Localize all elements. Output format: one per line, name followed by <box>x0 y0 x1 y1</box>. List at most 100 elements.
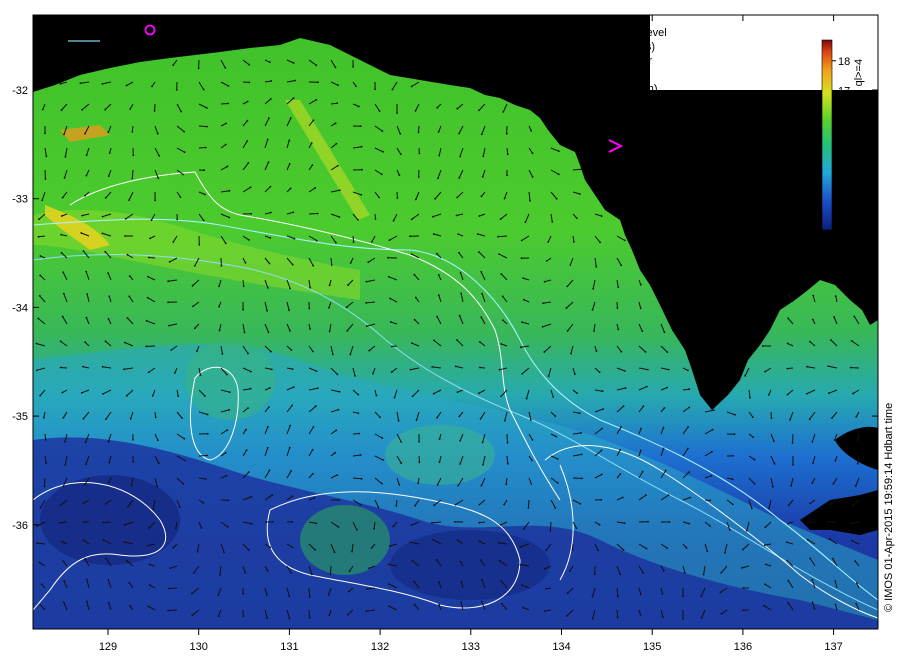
velocity-arrow-head <box>41 199 44 202</box>
velocity-arrow-head <box>247 549 250 551</box>
velocity-arrow-head <box>270 98 272 100</box>
velocity-arrow-head <box>36 542 38 545</box>
velocity-arrow-head <box>545 549 547 552</box>
velocity-arrow-head <box>151 85 153 88</box>
velocity-arrow-head <box>44 438 47 441</box>
velocity-arrow-head <box>456 107 459 110</box>
velocity-arrow-head <box>500 580 503 582</box>
velocity-arrow-head <box>61 391 64 394</box>
velocity-arrow-head <box>683 571 686 574</box>
velocity-arrow-head <box>662 426 665 429</box>
velocity-arrow-head <box>854 485 857 487</box>
velocity-arrow-head <box>206 454 209 457</box>
velocity-arrow-head <box>224 143 227 146</box>
velocity-arrow-head <box>191 614 194 617</box>
velocity-arrow-head <box>667 494 670 497</box>
velocity-arrow-head <box>438 438 441 440</box>
velocity-arrow-head <box>85 600 88 603</box>
velocity-arrow-head <box>123 541 126 543</box>
velocity-arrow-head <box>183 459 186 462</box>
velocity-arrow-head <box>709 499 712 502</box>
velocity-arrow-head <box>167 609 170 612</box>
velocity-arrow-head <box>316 387 319 390</box>
velocity-arrow-head <box>591 309 594 311</box>
velocity-arrow-head <box>204 193 206 196</box>
velocity-arrow-head <box>712 409 715 411</box>
velocity-arrow-head <box>688 471 691 473</box>
velocity-arrow <box>168 587 178 589</box>
velocity-arrow-head <box>311 164 314 167</box>
velocity-arrow-head <box>811 318 814 321</box>
velocity-arrow-head <box>851 505 854 507</box>
velocity-arrow-head <box>437 131 440 133</box>
velocity-arrow-head <box>360 477 363 480</box>
velocity-arrow-head <box>521 372 524 375</box>
velocity-arrow-head <box>335 429 338 432</box>
velocity-arrow-head <box>687 369 689 372</box>
velocity-arrow-head <box>392 219 395 222</box>
velocity-arrow-head <box>639 449 642 452</box>
velocity-arrow-head <box>719 591 722 594</box>
velocity-arrow-head <box>600 498 603 501</box>
velocity-arrow-head <box>786 393 789 396</box>
velocity-arrow-head <box>645 385 648 388</box>
velocity-arrow-head <box>459 271 462 274</box>
velocity-arrow-head <box>315 64 318 67</box>
velocity-arrow-head <box>128 295 131 298</box>
velocity-arrow-head <box>831 417 833 419</box>
velocity-arrow-head <box>196 350 198 353</box>
velocity-arrow-head <box>374 88 376 91</box>
velocity-arrow-head <box>372 372 374 375</box>
map-date: 12-Oct-2005 <box>426 24 498 39</box>
velocity-arrow-head <box>266 286 269 289</box>
velocity-arrow-head <box>328 284 331 287</box>
velocity-arrow-head <box>247 162 250 164</box>
velocity-arrow-head <box>204 146 207 149</box>
lon-tick-label: 130 <box>190 641 208 653</box>
velocity-arrow-head <box>291 546 294 549</box>
velocity-arrow-head <box>365 280 368 283</box>
velocity-arrow-head <box>500 395 502 398</box>
velocity-arrow-head <box>82 502 85 505</box>
velocity-arrow-head <box>460 601 462 604</box>
velocity-arrow-head <box>415 419 418 422</box>
velocity-arrow-head <box>732 455 734 457</box>
velocity-arrow-head <box>506 153 509 156</box>
velocity-arrow-head <box>147 275 150 278</box>
velocity-arrow-head <box>411 559 413 562</box>
velocity-arrow-head <box>147 544 149 547</box>
velocity-arrow-head <box>700 595 703 598</box>
velocity-arrow-head <box>79 82 82 85</box>
velocity-arrow-head <box>64 441 66 443</box>
velocity-arrow-head <box>530 483 533 485</box>
velocity-arrow-head <box>811 578 814 581</box>
velocity-arrow-head <box>592 287 595 290</box>
velocity-arrow-head <box>644 351 647 353</box>
velocity-arrow-head <box>741 567 743 569</box>
velocity-arrow-head <box>129 108 132 110</box>
velocity-arrow-head <box>498 368 501 371</box>
lon-tick-label: 135 <box>643 641 661 653</box>
velocity-arrow-head <box>542 302 544 305</box>
velocity-arrow-head <box>530 129 533 132</box>
mixed-eddy <box>385 425 495 485</box>
lon-tick-label: 136 <box>734 641 752 653</box>
velocity-arrow-head <box>266 569 269 572</box>
velocity-arrow-head <box>411 342 413 345</box>
velocity-arrow-head <box>107 579 110 581</box>
velocity-arrow-head <box>555 435 558 438</box>
velocity-arrow-head <box>595 265 598 268</box>
velocity-arrow-head <box>202 88 205 91</box>
velocity-arrow-head <box>39 255 42 257</box>
velocity-arrow-head <box>602 408 604 410</box>
velocity-arrow <box>148 257 156 259</box>
velocity-arrow-head <box>396 112 398 114</box>
velocity-arrow-head <box>206 432 209 435</box>
velocity-arrow-head <box>191 592 193 595</box>
velocity-arrow-head <box>81 214 83 217</box>
velocity-arrow-head <box>246 100 249 103</box>
velocity-arrow-head <box>268 469 271 472</box>
velocity-arrow-head <box>332 353 334 356</box>
cold-eddy <box>40 475 180 565</box>
velocity-arrow-head <box>579 193 581 195</box>
